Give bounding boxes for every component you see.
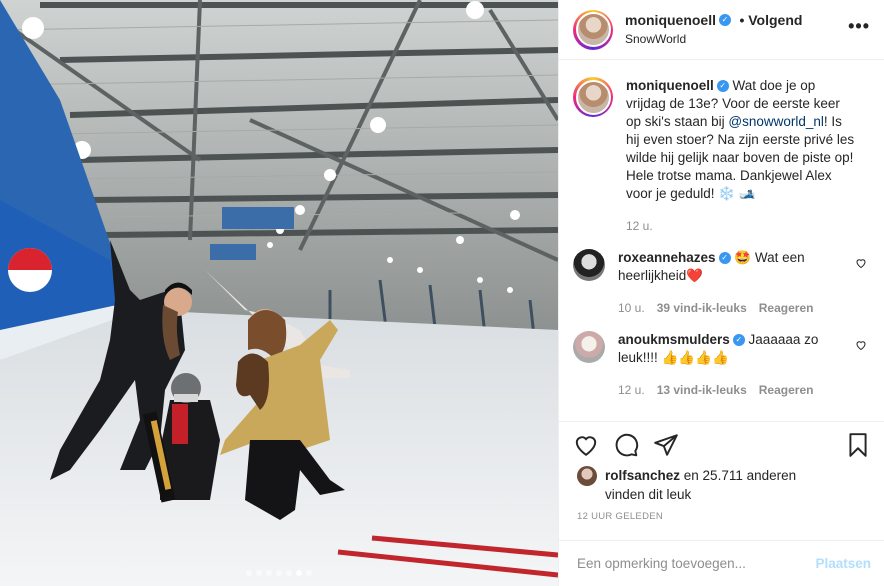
liker-username[interactable]: rolfsanchez — [605, 468, 680, 483]
reply-button[interactable]: Reageren — [759, 299, 814, 317]
author-avatar[interactable] — [573, 9, 613, 50]
comments-list[interactable]: moniquenoell ✓ Wat doe je op vrijdag de 1… — [559, 61, 884, 421]
carousel-dot[interactable] — [266, 570, 272, 576]
likes-count[interactable]: en 25.711 anderen — [680, 468, 796, 483]
author-username[interactable]: moniquenoell — [625, 12, 716, 28]
carousel-dot[interactable] — [276, 570, 282, 576]
caption-username[interactable]: moniquenoell — [626, 78, 714, 93]
comment-item: roxeannehazes ✓ 🤩 Wat een heerlijkheid❤️ … — [573, 249, 871, 317]
verified-badge-icon: ✓ — [716, 80, 729, 93]
comment-time[interactable]: 12 u. — [618, 381, 645, 399]
likes-summary: rolfsanchez en 25.711 anderen vinden dit… — [577, 466, 877, 504]
comment-likes[interactable]: 39 vind-ik-leuks — [657, 299, 747, 317]
carousel-dot[interactable] — [296, 570, 302, 576]
location-link[interactable]: SnowWorld — [625, 30, 802, 49]
like-heart-icon[interactable] — [573, 432, 599, 458]
post-side-panel: moniquenoell ✓ • Volgend SnowWorld ••• mo… — [558, 0, 884, 586]
verified-badge-icon: ✓ — [719, 14, 731, 27]
verified-badge-icon: ✓ — [718, 252, 731, 265]
post-actions-bar — [559, 421, 884, 471]
comment-likes[interactable]: 13 vind-ik-leuks — [657, 381, 747, 399]
comment-time[interactable]: 10 u. — [618, 299, 645, 317]
caption-mention-link[interactable]: @snowworld_nl — [728, 114, 824, 129]
share-send-icon[interactable] — [653, 432, 679, 458]
more-options-icon[interactable]: ••• — [848, 16, 870, 37]
carousel-dot[interactable] — [286, 570, 292, 576]
caption: moniquenoell ✓ Wat doe je op vrijdag de 1… — [573, 77, 871, 235]
comment-username[interactable]: anoukmsmulders — [618, 332, 730, 347]
reply-button[interactable]: Reageren — [759, 381, 814, 399]
comment-item: anoukmsmulders ✓ Jaaaaaa zo leuk!!!! 👍👍👍👍… — [573, 331, 871, 399]
carousel-dot[interactable] — [246, 570, 252, 576]
like-comment-heart-icon[interactable] — [855, 339, 867, 351]
follow-status-button[interactable]: • Volgend — [739, 12, 802, 28]
verified-badge-icon: ✓ — [732, 334, 745, 347]
posted-time[interactable]: 12 UUR GELEDEN — [577, 511, 663, 522]
indoor-ski-slope-photo — [0, 0, 558, 586]
add-comment-bar: Plaatsen — [559, 540, 884, 586]
commenter-avatar[interactable] — [573, 249, 605, 281]
commenter-avatar[interactable] — [573, 331, 605, 363]
post-header: moniquenoell ✓ • Volgend SnowWorld ••• — [559, 0, 884, 60]
carousel-dot[interactable] — [306, 570, 312, 576]
caption-time[interactable]: 12 u. — [626, 217, 653, 235]
post-photo[interactable] — [0, 0, 558, 586]
post-comment-button[interactable]: Plaatsen — [815, 556, 871, 571]
like-comment-heart-icon[interactable] — [855, 257, 867, 269]
comment-bubble-icon[interactable] — [613, 432, 639, 458]
save-bookmark-icon[interactable] — [845, 432, 871, 458]
liker-avatar[interactable] — [577, 466, 597, 486]
comment-username[interactable]: roxeannehazes — [618, 250, 716, 265]
comment-input[interactable] — [577, 556, 816, 571]
carousel-indicator — [0, 570, 558, 576]
carousel-dot[interactable] — [256, 570, 262, 576]
likes-suffix: vinden dit leuk — [605, 487, 692, 502]
caption-avatar[interactable] — [573, 77, 613, 117]
